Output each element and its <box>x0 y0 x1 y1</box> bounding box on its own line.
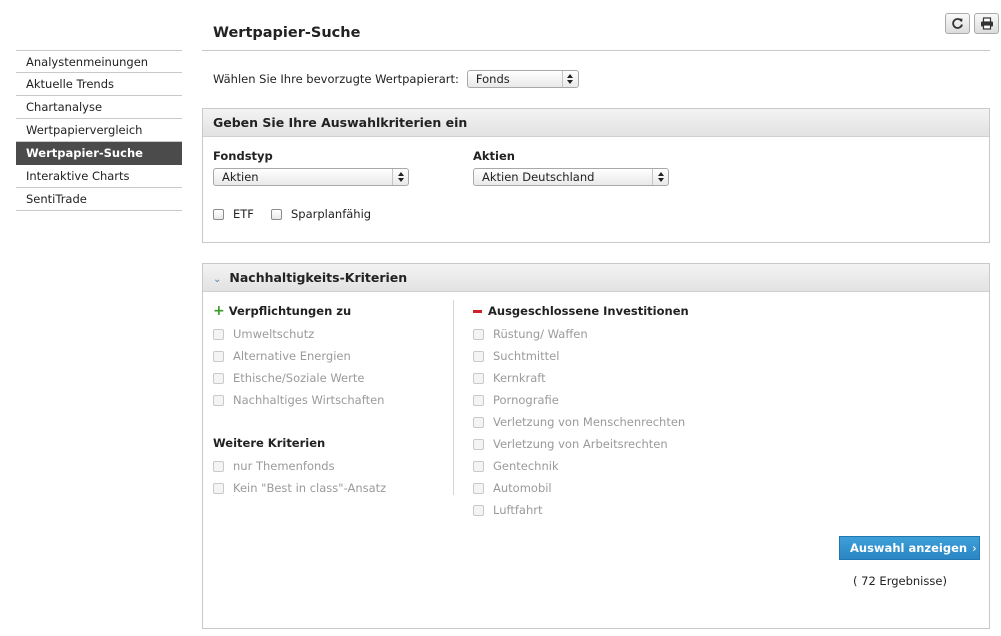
commitments-heading: + Verpflichtungen zu <box>213 304 351 318</box>
further-option[interactable]: nur Themenfonds <box>213 459 335 473</box>
excluded-checkbox[interactable] <box>473 350 484 362</box>
commitment-option[interactable]: Alternative Energien <box>213 349 351 363</box>
excluded-label: Gentechnik <box>493 459 559 473</box>
minus-icon <box>473 309 482 313</box>
excluded-label: Pornografie <box>493 393 559 407</box>
fondstyp-value: Aktien <box>222 170 259 184</box>
excluded-option[interactable]: Rüstung/ Waffen <box>473 327 588 341</box>
sustainability-panel: ⌄ Nachhaltigkeits-Kriterien + Verpflichtu… <box>202 263 990 629</box>
sidebar-item-interaktive-charts[interactable]: Interaktive Charts <box>16 165 182 188</box>
sidebar-item-chartanalyse[interactable]: Chartanalyse <box>16 96 182 119</box>
excluded-title: Ausgeschlossene Investitionen <box>488 304 689 318</box>
sidebar-item-aktuelle-trends[interactable]: Aktuelle Trends <box>16 73 182 96</box>
commitment-label: Ethische/Soziale Werte <box>233 371 365 385</box>
commitment-option[interactable]: Umweltschutz <box>213 327 314 341</box>
select-arrows-icon <box>561 71 578 87</box>
excluded-option[interactable]: Gentechnik <box>473 459 559 473</box>
commitment-checkbox[interactable] <box>213 372 224 384</box>
commitment-option[interactable]: Nachhaltiges Wirtschaften <box>213 393 384 407</box>
excluded-label: Kernkraft <box>493 371 546 385</box>
select-arrows-icon <box>652 169 668 185</box>
etf-option[interactable]: ETF <box>213 207 254 221</box>
commitment-checkbox[interactable] <box>213 394 224 406</box>
further-label: Kein "Best in class"-Ansatz <box>233 481 387 495</box>
etf-label: ETF <box>233 207 254 221</box>
commitment-checkbox[interactable] <box>213 328 224 340</box>
title-divider <box>202 50 990 51</box>
commitment-option[interactable]: Ethische/Soziale Werte <box>213 371 364 385</box>
commitment-label: Alternative Energien <box>233 349 351 363</box>
excluded-checkbox[interactable] <box>473 504 484 516</box>
chevron-right-icon: › <box>972 541 977 555</box>
commitment-label: Nachhaltiges Wirtschaften <box>233 393 385 407</box>
excluded-checkbox[interactable] <box>473 438 484 450</box>
excluded-option[interactable]: Luftfahrt <box>473 503 542 517</box>
excluded-label: Suchtmittel <box>493 349 560 363</box>
etf-checkbox[interactable] <box>213 208 224 220</box>
excluded-checkbox[interactable] <box>473 328 484 340</box>
select-arrows-icon <box>392 169 408 185</box>
excluded-label: Rüstung/ Waffen <box>493 327 588 341</box>
further-option[interactable]: Kein "Best in class"-Ansatz <box>213 481 386 495</box>
sidebar-item-sentitrade[interactable]: SentiTrade <box>16 188 182 211</box>
security-type-label: Wählen Sie Ihre bevorzugte Wertpapierart… <box>213 72 459 86</box>
sparplan-option[interactable]: Sparplanfähig <box>271 207 371 221</box>
column-divider <box>453 300 454 495</box>
print-icon <box>980 17 993 30</box>
aktien-label: Aktien <box>473 149 515 163</box>
further-criteria-title: Weitere Kriterien <box>213 436 326 450</box>
excluded-checkbox[interactable] <box>473 416 484 428</box>
further-checkbox[interactable] <box>213 482 224 494</box>
excluded-label: Verletzung von Menschenrechten <box>493 415 686 429</box>
print-button[interactable] <box>974 13 999 34</box>
excluded-checkbox[interactable] <box>473 394 484 406</box>
excluded-checkbox[interactable] <box>473 372 484 384</box>
excluded-option[interactable]: Suchtmittel <box>473 349 559 363</box>
sidebar-item-wertpapiervergleich[interactable]: Wertpapiervergleich <box>16 119 182 142</box>
show-selection-button[interactable]: Auswahl anzeigen › <box>839 536 980 560</box>
sustainability-title: Nachhaltigkeits-Kriterien <box>229 270 408 285</box>
excluded-checkbox[interactable] <box>473 482 484 494</box>
excluded-option[interactable]: Verletzung von Menschenrechten <box>473 415 685 429</box>
sidebar-item-analystenmeinungen[interactable]: Analystenmeinungen <box>16 50 182 73</box>
commitment-checkbox[interactable] <box>213 350 224 362</box>
criteria-panel: Geben Sie Ihre Auswahlkriterien ein Fond… <box>202 108 990 243</box>
aktien-select[interactable]: Aktien Deutschland <box>473 168 669 186</box>
commitments-title: Verpflichtungen zu <box>228 304 352 318</box>
chevron-down-icon: ⌄ <box>213 274 222 285</box>
refresh-icon <box>952 18 963 29</box>
further-label: nur Themenfonds <box>233 459 335 473</box>
aktien-value: Aktien Deutschland <box>482 170 595 184</box>
further-checkbox[interactable] <box>213 460 224 472</box>
security-type-row: Wählen Sie Ihre bevorzugte Wertpapierart… <box>213 70 579 88</box>
excluded-option[interactable]: Pornografie <box>473 393 559 407</box>
excluded-label: Luftfahrt <box>493 503 543 517</box>
excluded-label: Verletzung von Arbeitsrechten <box>493 437 668 451</box>
commitment-label: Umweltschutz <box>233 327 315 341</box>
security-type-value: Fonds <box>475 72 510 86</box>
excluded-heading: Ausgeschlossene Investitionen <box>473 304 689 318</box>
criteria-panel-header: Geben Sie Ihre Auswahlkriterien ein <box>203 109 989 137</box>
excluded-label: Automobil <box>493 481 552 495</box>
results-count: ( 72 Ergebnisse) <box>853 574 947 588</box>
sparplan-checkbox[interactable] <box>271 208 282 220</box>
fondstyp-label: Fondstyp <box>213 149 273 163</box>
plus-icon: + <box>213 303 225 319</box>
security-type-select[interactable]: Fonds <box>466 70 579 88</box>
page-title: Wertpapier-Suche <box>213 25 361 41</box>
sparplan-label: Sparplanfähig <box>291 207 372 221</box>
excluded-option[interactable]: Kernkraft <box>473 371 546 385</box>
excluded-option[interactable]: Verletzung von Arbeitsrechten <box>473 437 668 451</box>
sidebar-item-wertpapier-suche[interactable]: Wertpapier-Suche <box>16 142 182 165</box>
sustainability-panel-header[interactable]: ⌄ Nachhaltigkeits-Kriterien <box>203 264 989 292</box>
refresh-button[interactable] <box>945 13 970 34</box>
excluded-option[interactable]: Automobil <box>473 481 552 495</box>
sidebar-nav: Analystenmeinungen Aktuelle Trends Chart… <box>16 50 182 211</box>
fondstyp-select[interactable]: Aktien <box>213 168 409 186</box>
excluded-checkbox[interactable] <box>473 460 484 472</box>
show-selection-label: Auswahl anzeigen <box>850 541 968 555</box>
